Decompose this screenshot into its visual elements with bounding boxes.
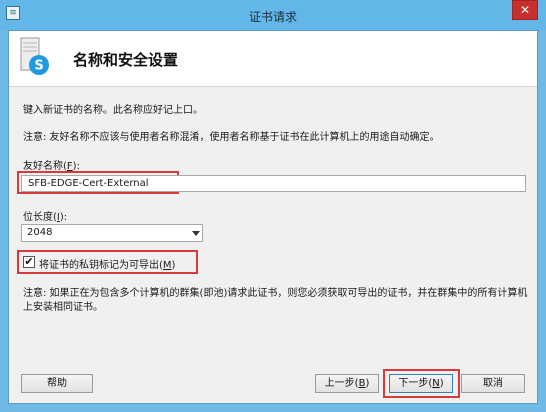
dialog-content: S 名称和安全设置 键入新证书的名称。此名称应好记上口。 注意: 友好名称不应该… <box>8 30 538 404</box>
exportable-checkbox-label[interactable]: 将证书的私钥标记为可导出(M) <box>39 256 175 271</box>
intro-text: 键入新证书的名称。此名称应好记上口。 <box>23 105 203 116</box>
friendly-name-input[interactable]: SFB-EDGE-Cert-External <box>21 175 526 192</box>
bit-length-select[interactable]: 2048 <box>21 224 203 242</box>
back-button[interactable]: 上一步(B) <box>315 374 379 393</box>
bit-length-label: 位长度(I): <box>23 212 68 223</box>
friendly-name-note: 注意: 友好名称不应该与使用者名称混淆，使用者名称基于证书在此计算机上的用途自动… <box>23 132 440 143</box>
bit-length-value: 2048 <box>27 227 53 238</box>
cluster-note: 注意: 如果正在为包含多个计算机的群集(即池)请求此证书，则您必须获取可导出的证… <box>23 288 528 313</box>
help-button[interactable]: 帮助 <box>21 374 93 393</box>
friendly-name-label: 友好名称(F): <box>23 161 80 172</box>
wizard-header: S 名称和安全设置 <box>9 31 537 87</box>
certificate-request-window: ≡ 证书请求 ✕ S 名称和安全设置 键入新证书的名称。此名称应好记上口。 注意… <box>0 0 546 412</box>
close-button[interactable]: ✕ <box>512 0 538 20</box>
title-bar: ≡ 证书请求 ✕ <box>0 0 546 30</box>
exportable-checkbox[interactable]: ✔ <box>23 256 35 268</box>
window-title: 证书请求 <box>248 10 297 24</box>
chevron-down-icon <box>192 231 200 236</box>
next-button[interactable]: 下一步(N) <box>389 374 453 393</box>
cancel-button[interactable]: 取消 <box>461 374 525 393</box>
svg-text:S: S <box>34 59 43 74</box>
skype-server-icon: S <box>20 37 49 75</box>
wizard-page-title: 名称和安全设置 <box>73 51 179 69</box>
